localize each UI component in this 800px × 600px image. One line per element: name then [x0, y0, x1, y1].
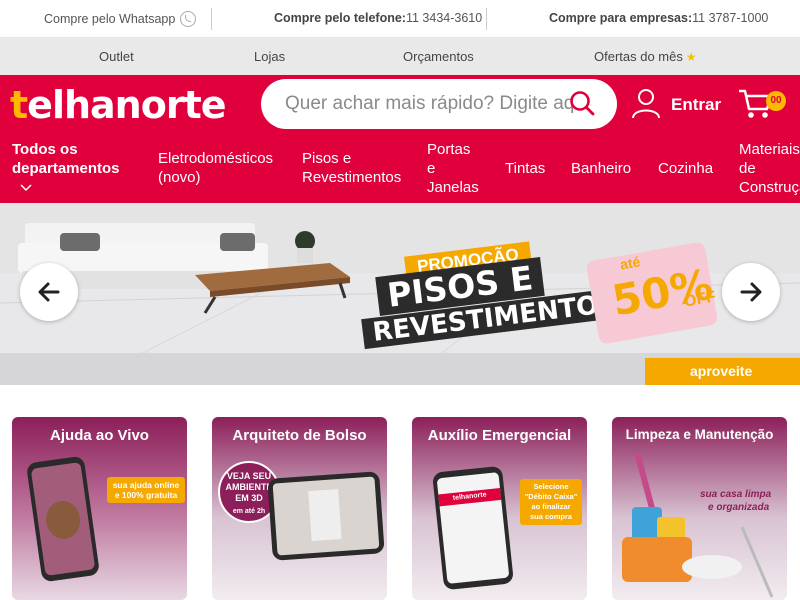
whatsapp-link[interactable]: Compre pelo Whatsapp — [44, 11, 197, 27]
card-tag: Selecione "Débito Caixa" ao finalizar su… — [520, 479, 582, 525]
card-arquiteto-de-bolso[interactable]: Arquiteto de Bolso VEJA SEU AMBIENTE EM … — [212, 417, 387, 600]
login-label: Entrar — [671, 95, 722, 114]
nav-banheiro[interactable]: Banheiro — [571, 159, 631, 178]
phone-contact[interactable]: Compre pelo telefone:11 3434-3610 — [274, 11, 482, 25]
nav-label: e — [427, 160, 436, 177]
banner-cta[interactable]: aproveite — [645, 358, 800, 385]
hero-banner[interactable]: PROMOÇÃO PISOS E REVESTIMENTOS até 50% O… — [0, 203, 800, 385]
cart-button[interactable]: 00 — [738, 87, 788, 123]
divider — [486, 8, 487, 30]
nav-eletrodomesticos[interactable]: Eletrodomésticos (novo) — [158, 149, 273, 187]
card-title: Arquiteto de Bolso — [232, 427, 367, 444]
user-icon — [632, 89, 660, 119]
nav-label: Pisos e — [302, 150, 352, 167]
link-ofertas[interactable]: Ofertas do mês ★ — [594, 49, 697, 64]
nav-label: Construção — [739, 179, 800, 196]
business-label: Compre para empresas: — [549, 11, 693, 25]
login-button[interactable]: Entrar — [630, 87, 730, 121]
link-orcamentos[interactable]: Orçamentos — [403, 49, 474, 64]
nav-label: Janelas — [427, 179, 479, 196]
contact-bar: Compre pelo Whatsapp Compre pelo telefon… — [0, 0, 800, 38]
search-icon[interactable] — [569, 90, 595, 116]
divider — [211, 8, 212, 30]
tablet-illustration — [267, 471, 385, 561]
cleaning-supplies-illustration — [622, 452, 774, 598]
nav-label: Tintas — [505, 160, 546, 177]
nav-label: (novo) — [158, 169, 201, 186]
nav-materiais[interactable]: Materiais de Construção — [739, 140, 800, 197]
business-number: 11 3787-1000 — [692, 11, 769, 25]
nav-portas[interactable]: Portas e Janelas — [427, 140, 479, 197]
card-limpeza-manutencao[interactable]: Limpeza e Manutenção sua casa limpa e or… — [612, 417, 787, 600]
logo[interactable]: telhanorte — [10, 83, 227, 127]
chevron-down-icon — [20, 184, 32, 192]
category-nav: Todos os departamentos Eletrodomésticos … — [0, 138, 800, 203]
carousel-prev-button[interactable] — [20, 263, 78, 321]
whatsapp-label: Compre pelo Whatsapp — [44, 12, 176, 26]
link-lojas[interactable]: Lojas — [254, 49, 285, 64]
star-icon: ★ — [685, 50, 697, 64]
ofertas-label: Ofertas do mês — [594, 49, 683, 64]
logo-text: elhanorte — [27, 83, 226, 127]
nav-label: Portas — [427, 141, 471, 158]
nav-label: departamentos — [12, 160, 120, 177]
nav-label: Todos os — [12, 141, 78, 158]
phone-illustration — [25, 455, 101, 583]
phone-illustration: telhanorte — [432, 465, 514, 591]
carousel-next-button[interactable] — [722, 263, 780, 321]
arrow-right-icon — [740, 282, 762, 302]
nav-cozinha[interactable]: Cozinha — [658, 159, 713, 178]
nav-label: Banheiro — [571, 160, 632, 177]
nav-pisos[interactable]: Pisos e Revestimentos — [302, 149, 401, 187]
card-auxilio-emergencial[interactable]: Auxílio Emergencial telhanorte Selecione… — [412, 417, 587, 600]
nav-all-departments[interactable]: Todos os departamentos — [12, 140, 120, 192]
nav-tintas[interactable]: Tintas — [505, 159, 545, 178]
arrow-left-icon — [38, 282, 60, 302]
search-box — [261, 79, 617, 129]
card-tag: sua ajuda online e 100% gratuita — [107, 477, 185, 503]
card-ajuda-ao-vivo[interactable]: Ajuda ao Vivo sua ajuda online e 100% gr… — [12, 417, 187, 600]
search-input[interactable] — [285, 91, 575, 117]
nav-label: de — [739, 160, 756, 177]
secondary-nav: Outlet Lojas Orçamentos Ofertas do mês ★ — [0, 38, 800, 75]
link-outlet[interactable]: Outlet — [99, 49, 134, 64]
card-title: Auxílio Emergencial — [427, 427, 572, 444]
logo-accent: t — [10, 83, 28, 127]
whatsapp-icon — [180, 11, 197, 27]
business-contact[interactable]: Compre para empresas:11 3787-1000 — [549, 11, 768, 25]
cart-count-badge: 00 — [766, 91, 786, 111]
main-header: telhanorte Entrar 00 Todos os departamen… — [0, 75, 800, 203]
phone-number: 11 3434-3610 — [405, 11, 483, 25]
nav-label: Eletrodomésticos — [158, 150, 274, 167]
nav-label: Materiais — [739, 141, 800, 158]
nav-label: Cozinha — [658, 160, 714, 177]
card-title: Ajuda ao Vivo — [50, 427, 149, 444]
nav-label: Revestimentos — [302, 169, 402, 186]
phone-label: Compre pelo telefone: — [274, 11, 406, 25]
